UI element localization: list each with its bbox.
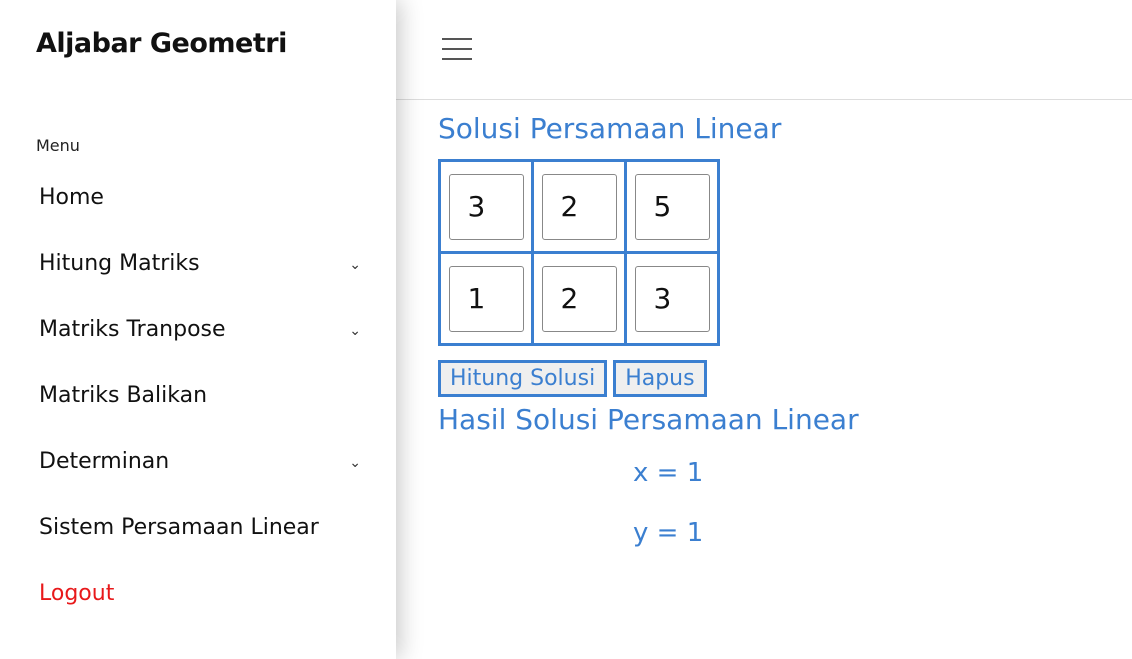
- sidebar-item-matriks-balikan[interactable]: Matriks Balikan: [39, 383, 369, 408]
- clear-button[interactable]: Hapus: [613, 360, 707, 397]
- sidebar-item-hitung-matriks[interactable]: Hitung Matriks ⌄: [39, 251, 369, 276]
- chevron-down-icon: ⌄: [349, 323, 361, 339]
- sidebar-item-label: Sistem Persamaan Linear: [39, 515, 319, 540]
- result-y: y = 1: [633, 518, 704, 548]
- sidebar-item-label: Logout: [39, 581, 115, 606]
- chevron-down-icon: ⌄: [349, 455, 361, 471]
- matrix-input-1-3[interactable]: [634, 173, 710, 240]
- page-title: Solusi Persamaan Linear: [438, 112, 782, 145]
- hamburger-menu-icon[interactable]: [442, 38, 472, 62]
- result-x: x = 1: [633, 458, 704, 488]
- matrix-table: [438, 159, 720, 346]
- sidebar-item-home[interactable]: Home: [39, 185, 369, 210]
- sidebar-item-logout[interactable]: Logout: [39, 581, 369, 606]
- sidebar: Aljabar Geometri Menu Home Hitung Matrik…: [0, 0, 396, 659]
- sidebar-item-matriks-tranpose[interactable]: Matriks Tranpose ⌄: [39, 317, 369, 342]
- sidebar-item-determinan[interactable]: Determinan ⌄: [39, 449, 369, 474]
- brand-title: Aljabar Geometri: [36, 28, 287, 59]
- matrix-input-2-1[interactable]: [448, 265, 524, 332]
- compute-solution-button[interactable]: Hitung Solusi: [438, 360, 608, 397]
- result-title: Hasil Solusi Persamaan Linear: [438, 403, 859, 436]
- sidebar-item-spl[interactable]: Sistem Persamaan Linear: [39, 515, 369, 540]
- top-header: [396, 0, 1132, 100]
- menu-label: Menu: [36, 136, 80, 155]
- sidebar-item-label: Home: [39, 185, 104, 210]
- sidebar-item-label: Hitung Matriks: [39, 251, 200, 276]
- matrix-input-2-2[interactable]: [541, 265, 617, 332]
- matrix-input-1-2[interactable]: [541, 173, 617, 240]
- main-content: Solusi Persamaan Linear Hitung Solusi Ha…: [438, 112, 859, 548]
- chevron-down-icon: ⌄: [349, 257, 361, 273]
- sidebar-item-label: Matriks Balikan: [39, 383, 208, 408]
- sidebar-item-label: Matriks Tranpose: [39, 317, 226, 342]
- matrix-input-1-1[interactable]: [448, 173, 524, 240]
- matrix-input-2-3[interactable]: [634, 265, 710, 332]
- sidebar-item-label: Determinan: [39, 449, 170, 474]
